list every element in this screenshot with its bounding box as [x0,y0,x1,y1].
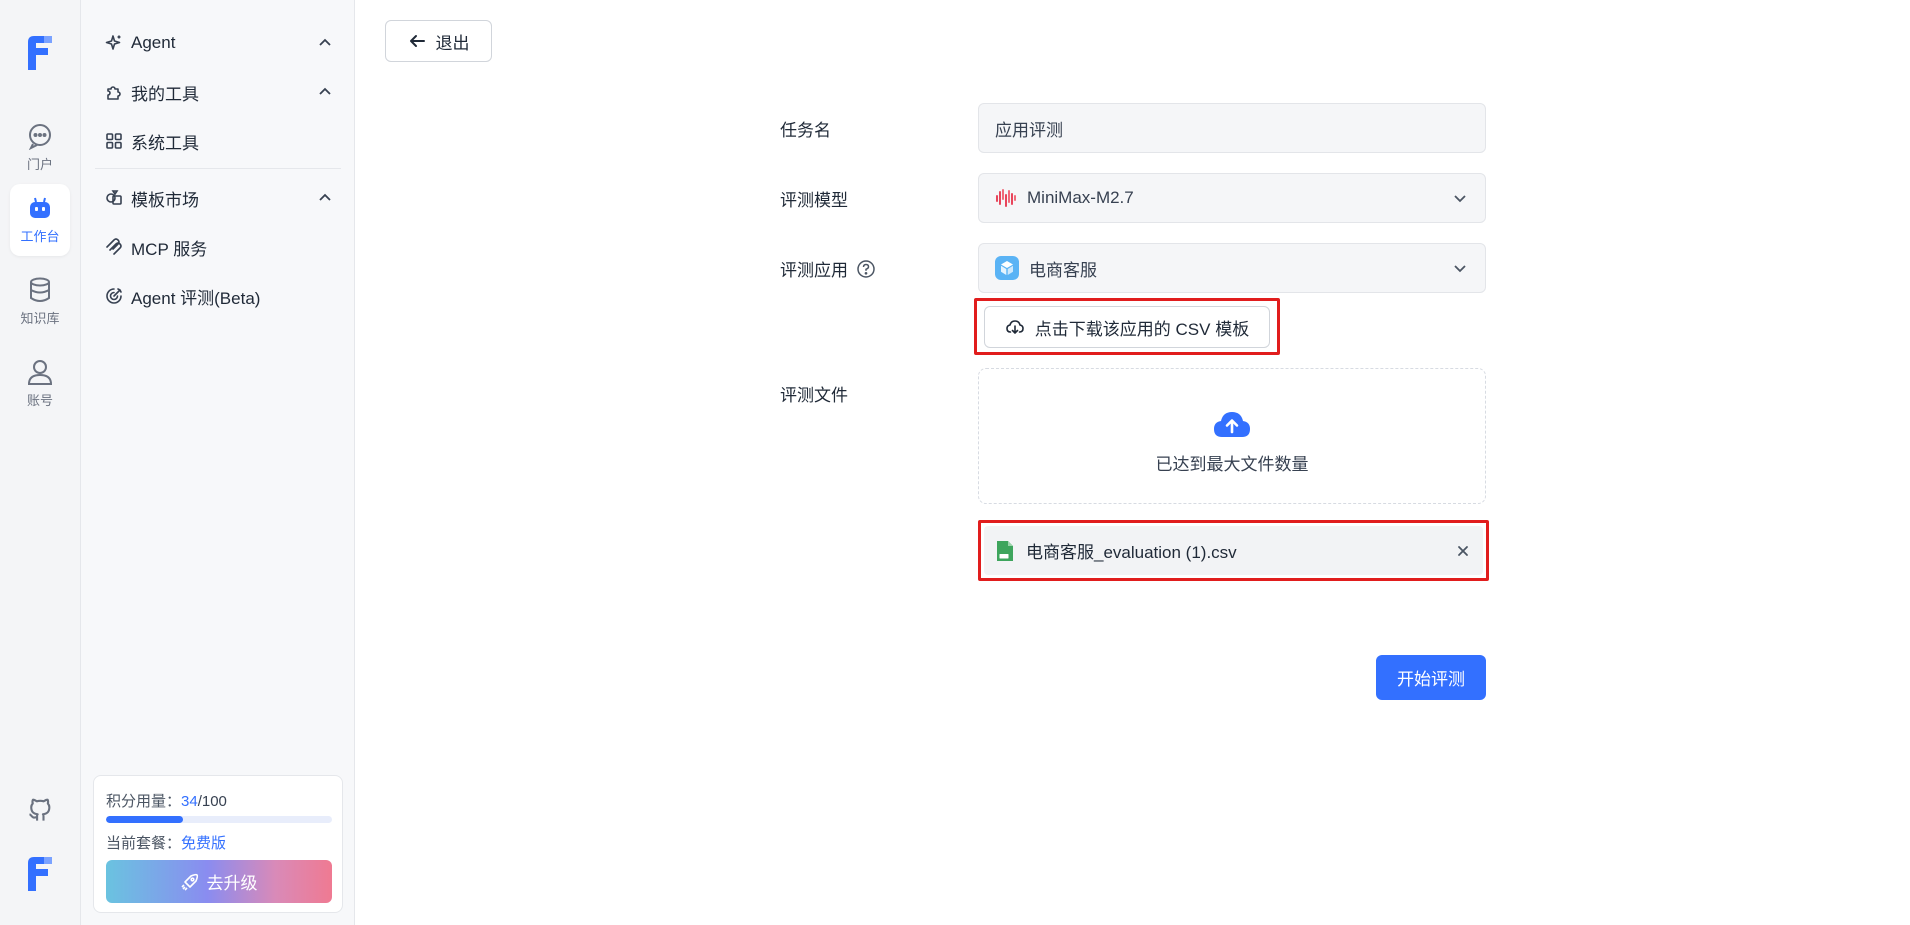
app-logo-icon[interactable] [24,34,56,72]
chat-icon [28,124,51,150]
sidebar-item-label: 系统工具 [131,133,199,153]
arrow-left-icon [409,35,425,47]
chevron-down-icon [1454,195,1466,203]
sidebar-item-agent-eval[interactable]: Agent 评测(Beta) [95,276,341,316]
sidebar-item-label: Agent 评测(Beta) [131,288,261,308]
app-logo-icon[interactable] [24,855,56,893]
icon-rail: 门户 工作台 知识库 账号 [0,0,81,925]
task-name-input[interactable]: 应用评测 [978,103,1486,153]
credit-used-value: 34 [181,793,198,810]
sidebar-item-label: 我的工具 [131,84,199,104]
sidebar-item-label: MCP 服务 [131,239,208,259]
credit-progress-bar [106,816,332,823]
chevron-up-icon[interactable] [317,35,333,51]
help-circle-icon[interactable] [856,259,876,279]
model-label-text: 评测模型 [780,191,848,210]
sidebar: Agent 我的工具 系统工具 模板市场 MCP 服务 Agent 评测(Bet… [81,0,355,925]
download-template-button[interactable]: 点击下载该应用的 CSV 模板 [984,306,1270,348]
file-drop-zone[interactable]: 已达到最大文件数量 [978,368,1486,504]
grid-icon [106,133,122,149]
model-label: 评测模型 [780,186,848,211]
app-value: 电商客服 [1029,260,1097,280]
rail-item-label: 工作台 [20,229,60,244]
chevron-up-icon[interactable] [317,190,333,206]
robot-icon [30,197,50,218]
task-name-value: 应用评测 [995,120,1063,140]
credit-progress-fill [106,816,183,823]
database-icon [30,277,50,302]
cloud-upload-icon [1214,412,1250,437]
chevron-up-icon[interactable] [317,84,333,100]
cloud-download-icon [1005,320,1024,334]
minimax-logo-icon [996,189,1016,207]
model-select[interactable]: MiniMax-M2.7 [978,173,1486,223]
task-name-label: 任务名 [780,116,831,141]
sidebar-item-system-tools[interactable]: 系统工具 [95,121,341,161]
target-icon [106,288,122,304]
rail-item-label: 知识库 [20,311,60,326]
model-value: MiniMax-M2.7 [1027,188,1134,207]
download-template-label: 点击下载该应用的 CSV 模板 [1034,319,1250,339]
sidebar-item-label: 模板市场 [131,190,199,210]
mcp-icon [106,238,122,255]
drop-zone-text: 已达到最大文件数量 [1155,455,1309,474]
credit-usage-label: 积分用量： [106,793,182,810]
eval-file-label-text: 评测文件 [780,386,848,405]
uploaded-file-name: 电商客服_evaluation (1).csv [1026,543,1237,562]
credit-usage-card: 积分用量：34/100 当前套餐：免费版 去升级 [93,775,343,913]
sidebar-item-template-market[interactable]: 模板市场 [95,178,341,218]
rail-item-portal[interactable]: 门户 [10,112,70,184]
app-cube-icon [995,256,1019,280]
back-label: 退出 [435,33,470,53]
rail-item-workbench[interactable]: 工作台 [10,184,70,256]
github-icon[interactable] [26,795,54,823]
shapes-icon [106,190,122,205]
rail-item-label: 账号 [26,393,53,408]
sidebar-item-my-tools[interactable]: 我的工具 [95,72,341,112]
back-button[interactable]: 退出 [385,20,492,62]
plan-label: 当前套餐： [106,835,182,852]
sidebar-item-agent[interactable]: Agent [95,23,341,63]
rail-item-label: 门户 [26,157,53,172]
app-label-text: 评测应用 [780,261,848,280]
user-icon [27,360,53,385]
eval-file-label: 评测文件 [780,381,848,406]
csv-file-icon [997,540,1013,561]
close-icon[interactable] [1455,543,1471,559]
app-label: 评测应用 [780,256,876,281]
credit-total-value: /100 [197,793,227,810]
rail-item-account[interactable]: 账号 [10,348,70,420]
plan-row: 当前套餐：免费版 [106,832,226,853]
sidebar-item-label: Agent [131,33,176,52]
uploaded-file-item: 电商客服_evaluation (1).csv [984,526,1483,575]
sidebar-item-mcp[interactable]: MCP 服务 [95,227,341,267]
rocket-icon [180,873,198,891]
app-select[interactable]: 电商客服 [978,243,1486,293]
upgrade-button[interactable]: 去升级 [106,860,332,903]
rail-item-knowledge[interactable]: 知识库 [10,266,70,338]
sidebar-divider [95,168,341,169]
sparkle-icon [105,35,121,50]
puzzle-icon [107,86,121,100]
download-highlight: 点击下载该应用的 CSV 模板 [974,298,1280,355]
upgrade-label: 去升级 [206,874,258,893]
task-name-label-text: 任务名 [780,121,831,140]
plan-value[interactable]: 免费版 [181,835,226,852]
chevron-down-icon [1454,265,1466,273]
credit-usage-row: 积分用量：34/100 [106,790,227,811]
start-evaluation-button[interactable]: 开始评测 [1376,655,1486,700]
uploaded-file-highlight: 电商客服_evaluation (1).csv [978,520,1489,581]
